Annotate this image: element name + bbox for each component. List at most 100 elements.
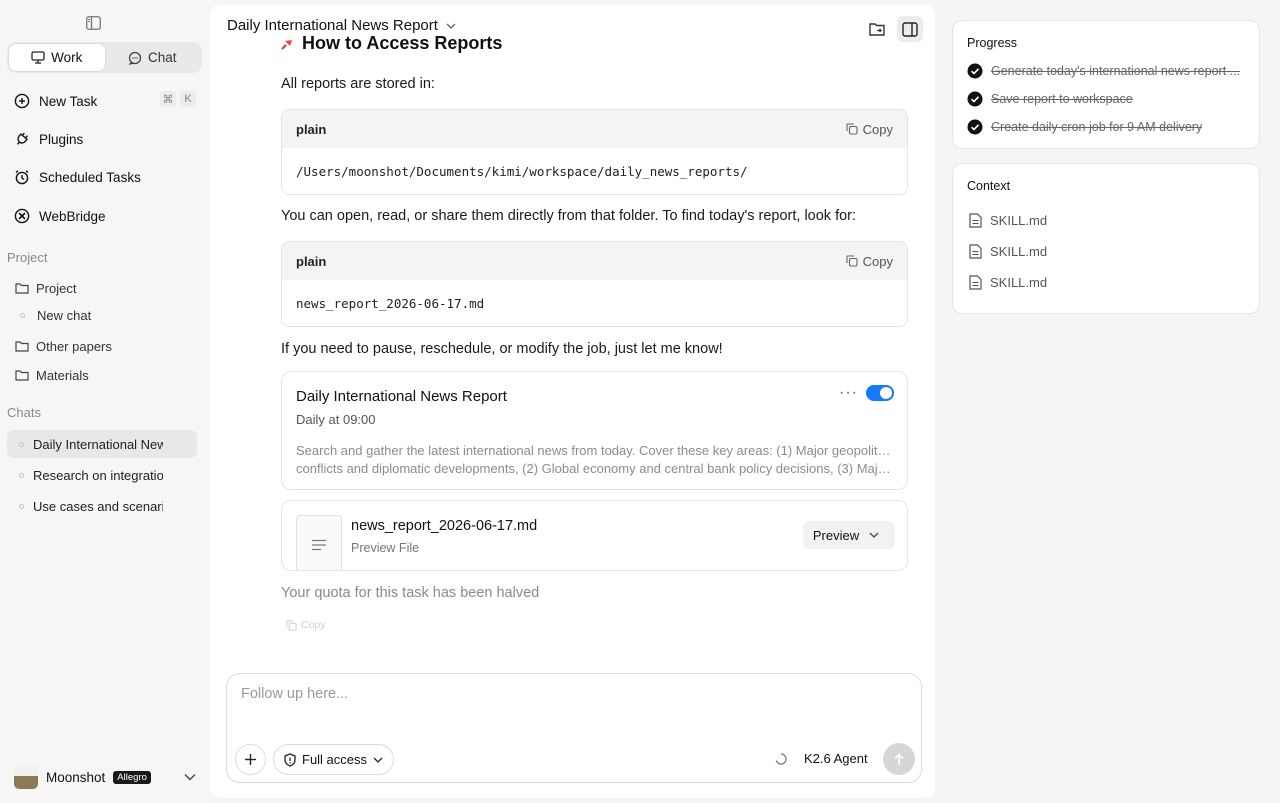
send-button[interactable] (883, 743, 915, 775)
follow-up-input[interactable] (241, 686, 901, 702)
chevron-down-icon (446, 23, 456, 29)
code-content: /Users/moonshot/Documents/kimi/workspace… (282, 148, 907, 194)
sidebar-item-plugins[interactable]: Plugins (14, 127, 196, 151)
composer: Full access K2.6 Agent (226, 673, 922, 783)
check-circle-icon (967, 63, 983, 79)
sidebar-item-label: Plugins (39, 131, 84, 147)
task-schedule: Daily at 09:00 (296, 412, 376, 427)
context-panel: Context SKILL.md SKILL.md SKILL.md (952, 163, 1260, 314)
progress-item-label: Generate today's international news repo… (991, 64, 1241, 78)
sidebar-item-label: WebBridge (39, 208, 106, 224)
chat-title: Daily International News Report (227, 17, 438, 34)
folder-icon (15, 282, 29, 294)
task-title: Daily International News Report (296, 388, 507, 405)
preview-button[interactable]: Preview (803, 521, 895, 549)
plug-icon (14, 131, 30, 147)
task-description: Search and gather the latest internation… (296, 442, 892, 478)
file-text-icon (969, 244, 982, 259)
code-block-header: plain Copy (282, 242, 907, 280)
context-file-label: SKILL.md (990, 213, 1048, 228)
sidebar-toggle-icon[interactable] (83, 13, 103, 33)
file-name: news_report_2026-06-17.md (351, 518, 538, 534)
arrow-up-icon (893, 752, 905, 766)
bullet-icon (19, 441, 24, 447)
tab-work[interactable]: Work (9, 44, 105, 71)
project-folder[interactable]: Project (15, 277, 197, 299)
sidebar-item-scheduled-tasks[interactable]: Scheduled Tasks (14, 165, 196, 189)
context-file-item[interactable]: SKILL.md (969, 275, 1047, 290)
chat-item[interactable]: Research on integration (7, 461, 197, 489)
more-options-icon[interactable]: ··· (839, 384, 858, 402)
tab-chat[interactable]: Chat (105, 44, 201, 71)
chevron-down-icon (184, 773, 196, 781)
panel-title: Context (967, 179, 1011, 193)
quota-notice: Your quota for this task has been halved (281, 585, 540, 601)
loading-spinner-icon (775, 753, 787, 765)
project-chat-item[interactable]: New chat (15, 304, 197, 326)
context-file-item[interactable]: SKILL.md (969, 244, 1047, 259)
folder-icon (15, 369, 29, 381)
access-level-label: Full access (302, 752, 368, 767)
sidebar-item-webbridge[interactable]: WebBridge (14, 204, 196, 228)
paragraph: All reports are stored in: (281, 76, 435, 92)
user-menu[interactable]: Moonshot Allegro (14, 763, 196, 791)
copy-label: Copy (862, 253, 893, 269)
user-name: Moonshot (46, 769, 106, 785)
chat-item[interactable]: Use cases and scenarios (7, 492, 197, 520)
code-block: plain Copy news_report_2026-06-17.md (281, 241, 908, 327)
mode-switch: Work Chat (7, 42, 202, 73)
main-pane: Daily International News Report How to A… (210, 5, 935, 798)
code-lang-label: plain (296, 253, 327, 269)
plus-circle-icon (14, 93, 30, 109)
toggle-right-panel-button[interactable] (897, 16, 923, 42)
chat-item-active[interactable]: Daily International News Report (7, 430, 197, 458)
progress-panel: Progress Generate today's international … (952, 20, 1260, 149)
chat-title-dropdown[interactable]: Daily International News Report (227, 17, 456, 34)
project-label: Materials (36, 367, 89, 383)
bullet-icon (19, 503, 24, 509)
chats-section-label: Chats (7, 405, 41, 420)
copy-code-button[interactable]: Copy (846, 254, 893, 269)
new-task-button[interactable]: New Task ⌘ K (14, 89, 196, 113)
file-text-icon (969, 275, 982, 290)
chevron-down-icon (373, 757, 383, 763)
preview-label: Preview (812, 527, 860, 543)
open-folder-button[interactable] (864, 16, 890, 42)
shortcut-hint: ⌘ K (160, 91, 196, 107)
model-selector[interactable]: K2.6 Agent (804, 751, 868, 766)
document-icon (296, 515, 342, 570)
attach-button[interactable] (235, 744, 266, 775)
progress-item: Generate today's international news repo… (967, 63, 1247, 79)
project-label: Project (36, 280, 77, 296)
context-file-label: SKILL.md (990, 244, 1048, 259)
avatar (14, 765, 38, 789)
project-section-label: Project (7, 250, 48, 265)
task-enabled-toggle[interactable] (866, 385, 894, 401)
scheduled-task-card[interactable]: Daily International News Report Daily at… (281, 371, 908, 490)
chevron-down-icon[interactable] (869, 532, 879, 538)
file-text-icon (969, 213, 982, 228)
copy-code-button[interactable]: Copy (846, 122, 893, 137)
project-folder[interactable]: Other papers (15, 335, 197, 357)
paragraph: You can open, read, or share them direct… (281, 208, 857, 224)
folder-icon (15, 340, 29, 352)
file-card[interactable]: news_report_2026-06-17.md Preview File P… (281, 500, 908, 571)
chat-item-label: Daily International News Report (33, 436, 163, 452)
tab-work-label: Work (51, 50, 83, 65)
chat-item-label: Research on integration (33, 467, 163, 483)
context-file-label: SKILL.md (990, 275, 1048, 290)
project-folder[interactable]: Materials (15, 364, 197, 386)
check-circle-icon (967, 119, 983, 135)
access-level-dropdown[interactable]: Full access (273, 744, 395, 775)
progress-item: Save report to workspace (967, 91, 1247, 107)
shield-icon (284, 752, 296, 767)
code-block-header: plain Copy (282, 110, 907, 148)
code-content: news_report_2026-06-17.md (282, 280, 907, 326)
task-description-line: conflicts and diplomatic developments, (… (296, 461, 892, 476)
copy-message-button[interactable]: Copy (286, 619, 326, 631)
context-file-item[interactable]: SKILL.md (969, 213, 1047, 228)
panel-right-icon (902, 21, 918, 37)
folder-arrow-icon (868, 22, 886, 37)
task-description-line: Search and gather the latest internation… (296, 443, 892, 458)
paragraph: If you need to pause, reschedule, or mod… (281, 341, 723, 357)
